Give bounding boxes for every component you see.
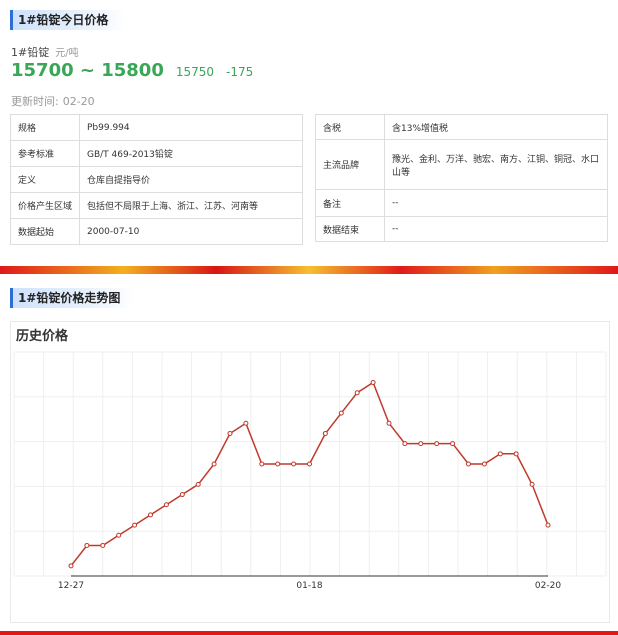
table-row: 备注 -- [315,189,608,217]
data-point [163,502,169,508]
data-point [545,522,551,528]
data-point [243,420,249,426]
table-row: 数据结束 -- [315,216,608,242]
data-point [132,522,138,528]
info-key: 备注 [315,189,385,217]
data-point [68,563,74,569]
table-row: 主流品牌 豫光、金利、万洋、驰宏、南方、江铜、铜冠、水口山等 [315,139,608,190]
info-value: 含13%增值税 [384,114,608,140]
table-row: 定义 仓库自提指导价 [10,166,303,193]
update-time-value: 02-20 [62,95,95,108]
info-key: 定义 [10,166,80,193]
bottom-divider [0,631,618,635]
info-key: 含税 [315,114,385,140]
info-table-left: 规格 Pb99.994 参考标准 GB/T 469-2013铅锭 定义 仓库自提指导价… [10,114,303,245]
price-chart-svg: 12-27 01-18 02-20 [13,351,607,591]
product-name: 1#铅锭 [11,46,50,59]
info-key: 规格 [10,114,80,141]
x-tick-label: 02-20 [535,581,561,591]
data-point [513,451,519,457]
table-row: 数据起始 2000-07-10 [10,218,303,245]
section-title-price-trend: 1#铅锭价格走势图 [10,288,134,308]
info-key: 价格产生区域 [10,192,80,219]
price-average: 15750 [175,65,215,79]
data-point [100,542,106,548]
info-value: Pb99.994 [79,114,303,141]
data-point [84,542,90,548]
section-title-today-price: 1#铅锭今日价格 [10,10,126,30]
product-name-row: 1#铅锭 元/吨 [11,44,79,60]
info-value: 2000-07-10 [79,218,303,245]
info-key: 数据起始 [10,218,80,245]
update-time: 更新时间: 02-20 [11,93,95,109]
data-point [434,441,440,447]
price-change: -175 [226,65,254,79]
table-row: 规格 Pb99.994 [10,114,303,141]
info-value: -- [384,216,608,242]
data-point [418,441,424,447]
price-range: 15700 ~ 15800 [11,60,164,81]
data-point [116,532,122,538]
data-point [148,512,153,518]
data-point [370,380,376,386]
data-point [354,390,360,396]
data-point [386,420,392,426]
data-point [195,481,201,487]
table-row: 含税 含13%增值税 [315,114,608,140]
data-point [450,441,456,447]
data-point [481,461,487,467]
info-key: 主流品牌 [315,139,385,190]
table-row: 价格产生区域 包括但不局限于上海、浙江、江苏、河南等 [10,192,303,219]
data-point [259,461,265,467]
x-tick-label: 12-27 [58,581,84,591]
price-line: 15700 ~ 15800 15750 -175 [11,60,253,81]
info-table-right: 含税 含13%增值税 主流品牌 豫光、金利、万洋、驰宏、南方、江铜、铜冠、水口山等 … [315,114,608,242]
update-time-label: 更新时间: [11,95,59,108]
decorative-banner-strip [0,266,618,274]
data-point [402,441,408,447]
info-value: 仓库自提指导价 [79,166,303,193]
data-point [338,410,344,416]
data-point [466,461,471,467]
info-value: 豫光、金利、万洋、驰宏、南方、江铜、铜冠、水口山等 [384,139,608,190]
price-unit: 元/吨 [55,48,79,59]
data-point [227,430,233,436]
table-row: 参考标准 GB/T 469-2013铅锭 [10,140,303,167]
info-key: 参考标准 [10,140,80,167]
data-point [291,461,297,467]
info-key: 数据结束 [315,216,385,242]
chart-title: 历史价格 [16,329,69,344]
info-value: GB/T 469-2013铅锭 [79,140,303,167]
data-point [179,492,185,498]
data-point [275,461,281,467]
data-point [322,430,328,436]
data-point [211,461,217,467]
info-value: 包括但不局限于上海、浙江、江苏、河南等 [79,192,303,219]
data-point [529,481,535,487]
data-point [307,461,312,467]
x-tick-label: 01-18 [296,581,322,591]
data-point [497,451,503,457]
info-value: -- [384,189,608,217]
price-chart: 12-27 01-18 02-20 历史价格 [10,321,610,623]
